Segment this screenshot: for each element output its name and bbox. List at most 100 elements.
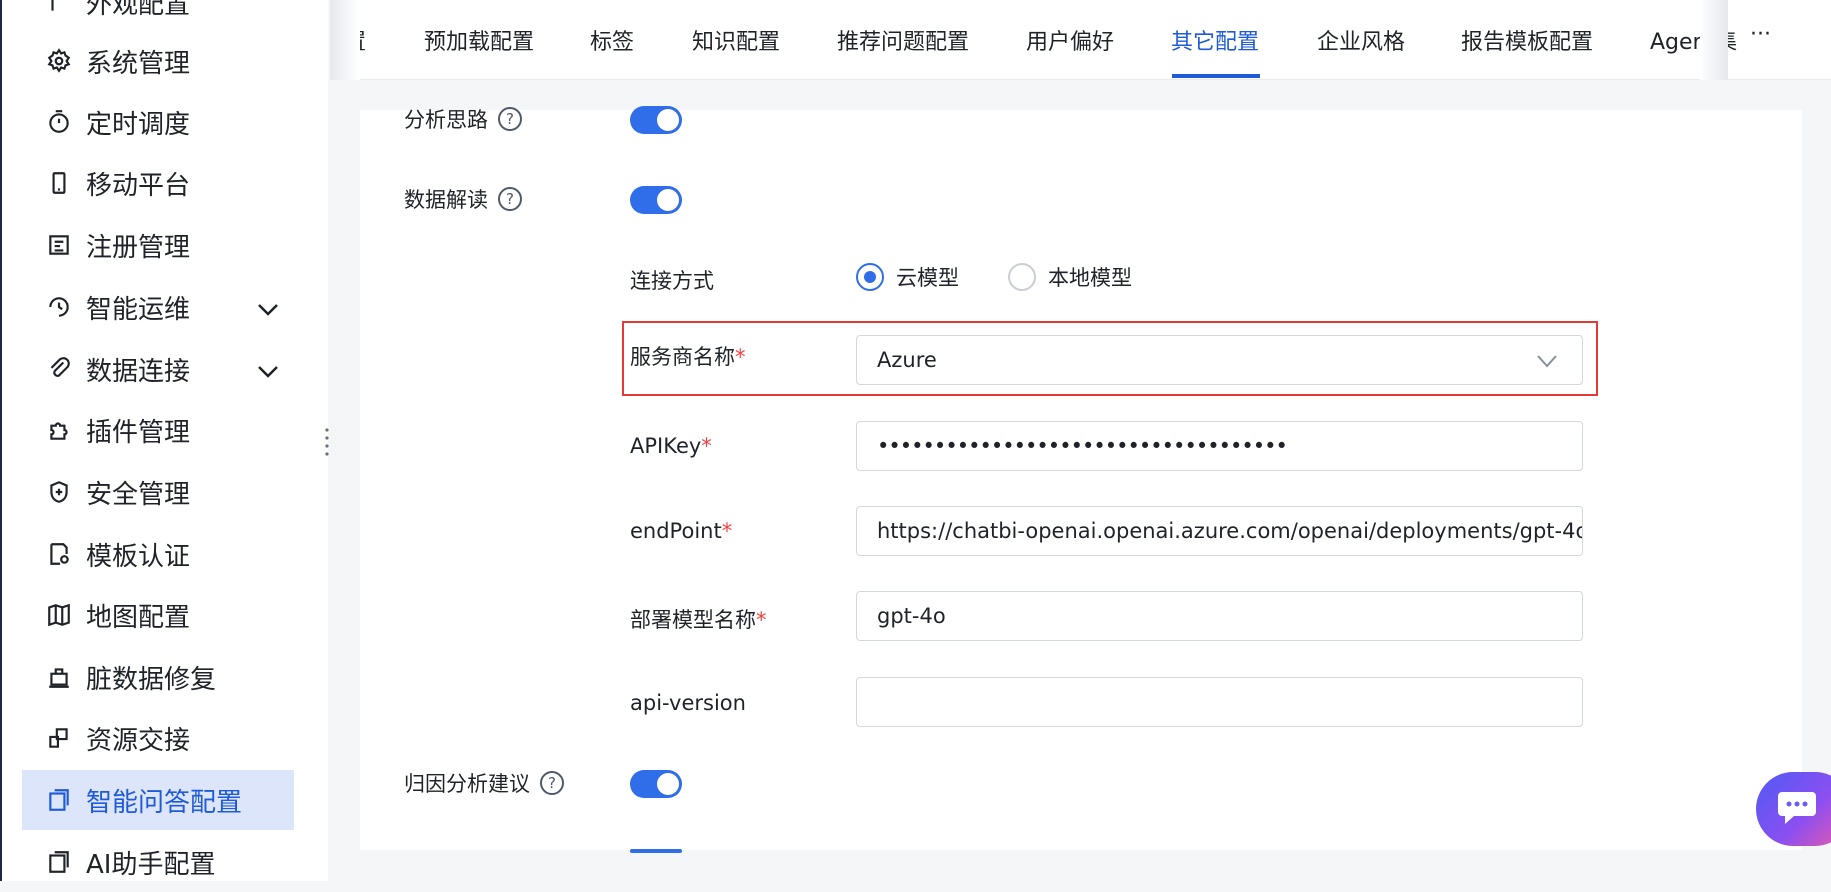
- deploy-model-input[interactable]: gpt-4o: [856, 591, 1583, 641]
- sidebar-item-label: 智能运维: [86, 294, 191, 325]
- required-mark: *: [735, 345, 746, 369]
- provider-select-value: Azure: [877, 348, 937, 372]
- switch-knob: [657, 189, 679, 211]
- shield-icon: [44, 477, 74, 507]
- sidebar-item-ai-assistant[interactable]: AI助手配置: [22, 832, 294, 892]
- appearance-icon: [44, 0, 74, 17]
- tab-enterprise-style[interactable]: 企业风格: [1317, 24, 1405, 56]
- data-interpretation-switch[interactable]: [630, 186, 682, 214]
- radio-cloud-model[interactable]: 云模型: [856, 262, 959, 292]
- sidebar-item-schedule[interactable]: 定时调度: [22, 92, 294, 152]
- mobile-icon: [44, 168, 74, 198]
- data-interpretation-label: 数据解读: [404, 188, 488, 212]
- deploy-model-label: 部署模型名称*: [630, 604, 767, 634]
- settings-panel: [360, 110, 1802, 850]
- deploy-model-value: gpt-4o: [877, 604, 946, 628]
- sidebar-item-data-connect[interactable]: 数据连接: [22, 339, 294, 399]
- switch-partial[interactable]: [630, 849, 682, 853]
- required-mark: *: [701, 434, 712, 458]
- radio-label: 本地模型: [1048, 266, 1132, 290]
- sidebar-item-template-auth[interactable]: 模板认证: [22, 524, 294, 584]
- template-icon: [44, 539, 74, 569]
- endpoint-value: https://chatbi-openai.openai.azure.com/o…: [877, 519, 1583, 543]
- puzzle-icon: [44, 415, 74, 445]
- tab-scroll-shadow-left: [330, 0, 360, 80]
- map-icon: [44, 600, 74, 630]
- sidebar-item-map[interactable]: 地图配置: [22, 585, 294, 645]
- data-interpretation-row: 数据解读 ?: [404, 184, 522, 214]
- analysis-thinking-switch[interactable]: [630, 106, 682, 134]
- chat-assistant-button[interactable]: [1756, 772, 1831, 846]
- endpoint-label: endPoint*: [630, 519, 732, 543]
- analysis-thinking-row: 分析思路 ?: [404, 104, 522, 134]
- tab-other-config[interactable]: 其它配置: [1171, 24, 1259, 56]
- chevron-down-icon: [1536, 350, 1558, 374]
- chat-icon: [1776, 788, 1820, 832]
- sidebar-item-register[interactable]: 注册管理: [22, 215, 294, 275]
- paperclip-icon: [44, 354, 74, 384]
- sidebar: 外观配置 系统管理 定时调度 移动平台 注册管理 智能运维 数据连接 插件管理 …: [0, 0, 328, 881]
- sidebar-item-mobile[interactable]: 移动平台: [22, 153, 294, 213]
- sidebar-item-label: 脏数据修复: [86, 664, 217, 695]
- sidebar-item-security[interactable]: 安全管理: [22, 462, 294, 522]
- attribution-switch[interactable]: [630, 770, 682, 798]
- required-mark: *: [756, 608, 767, 632]
- sidebar-item-label: 智能问答配置: [86, 787, 243, 818]
- sidebar-item-label: 模板认证: [86, 541, 191, 572]
- provider-label: 服务商名称*: [630, 341, 746, 371]
- required-mark: *: [721, 519, 733, 543]
- handover-icon: [44, 723, 74, 753]
- gear-icon: [44, 46, 74, 76]
- ops-icon: [44, 292, 74, 322]
- switch-knob: [657, 773, 679, 795]
- sidebar-item-smart-qa[interactable]: 智能问答配置: [22, 770, 294, 830]
- help-icon[interactable]: ?: [498, 187, 522, 211]
- sidebar-item-label: 资源交接: [86, 725, 191, 756]
- apikey-value: ••••••••••••••••••••••••••••••••••••: [877, 434, 1288, 458]
- sidebar-item-plugins[interactable]: 插件管理: [22, 400, 294, 460]
- active-tab-indicator: [1172, 74, 1260, 78]
- tab-knowledge[interactable]: 知识配置: [692, 24, 780, 56]
- sidebar-item-ops[interactable]: 智能运维: [22, 277, 294, 337]
- sidebar-item-appearance[interactable]: 外观配置: [22, 0, 294, 32]
- sidebar-item-label: 外观配置: [86, 0, 191, 20]
- help-icon[interactable]: ?: [540, 771, 564, 795]
- api-version-input[interactable]: [856, 677, 1583, 727]
- radio-dot: [856, 263, 884, 291]
- radio-label: 云模型: [896, 266, 959, 290]
- sidebar-item-label: AI助手配置: [86, 849, 216, 880]
- timer-icon: [44, 107, 74, 137]
- sidebar-item-label: 注册管理: [86, 232, 191, 263]
- more-tabs-icon[interactable]: ···: [1750, 22, 1771, 47]
- tab-report-template[interactable]: 报告模板配置: [1461, 24, 1593, 56]
- copy-icon: [44, 785, 74, 815]
- tab-scroll-shadow-right: [1700, 0, 1728, 80]
- attribution-label: 归因分析建议: [404, 772, 530, 796]
- endpoint-input[interactable]: https://chatbi-openai.openai.azure.com/o…: [856, 506, 1583, 556]
- provider-select[interactable]: Azure: [856, 335, 1583, 385]
- apikey-input[interactable]: ••••••••••••••••••••••••••••••••••••: [856, 421, 1583, 471]
- repair-icon: [44, 662, 74, 692]
- sidebar-item-label: 定时调度: [86, 109, 191, 140]
- sidebar-item-label: 数据连接: [86, 356, 191, 387]
- chevron-down-icon[interactable]: [256, 297, 280, 327]
- sidebar-item-label: 地图配置: [86, 602, 191, 633]
- tab-recommend[interactable]: 推荐问题配置: [837, 24, 969, 56]
- tab-preload[interactable]: 预加载配置: [424, 24, 534, 56]
- tab-bar: 置 预加载配置 标签 知识配置 推荐问题配置 用户偏好 其它配置 企业风格 报告…: [330, 0, 1831, 80]
- sidebar-item-handover[interactable]: 资源交接: [22, 708, 294, 768]
- api-version-label: api-version: [630, 691, 746, 715]
- tab-tags[interactable]: 标签: [590, 24, 634, 56]
- radio-local-model[interactable]: 本地模型: [1008, 262, 1132, 292]
- sidebar-item-label: 插件管理: [86, 417, 191, 448]
- help-icon[interactable]: ?: [498, 107, 522, 131]
- chevron-down-icon[interactable]: [256, 359, 280, 389]
- analysis-thinking-label: 分析思路: [404, 108, 488, 132]
- provider-label-text: 服务商名称: [630, 345, 735, 369]
- sidebar-item-dirty-data[interactable]: 脏数据修复: [22, 647, 294, 707]
- tab-user-pref[interactable]: 用户偏好: [1026, 24, 1114, 56]
- register-icon: [44, 230, 74, 260]
- sidebar-item-label: 系统管理: [86, 48, 191, 79]
- sidebar-item-system[interactable]: 系统管理: [22, 31, 294, 91]
- endpoint-label-text: endPoint: [630, 519, 722, 543]
